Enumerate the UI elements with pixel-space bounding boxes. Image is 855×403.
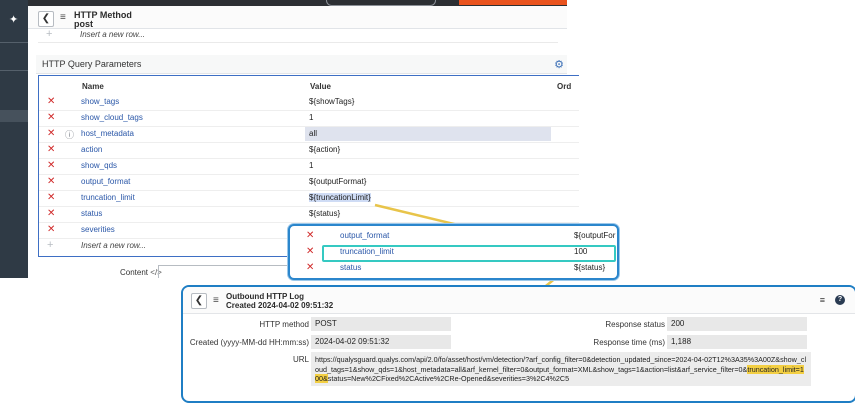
menu-icon[interactable]: ≡ [213, 295, 219, 306]
http-method-label: HTTP method [259, 320, 309, 329]
outbound-http-log-panel: ❮ ≡ Outbound HTTP Log Created 2024-04-02… [181, 285, 855, 403]
zoom-callout: ✕ output_format ${outputFor ✕ truncation… [288, 224, 619, 280]
response-time-field: 1,188 [667, 335, 807, 349]
url-label: URL [292, 355, 309, 364]
log-title: Outbound HTTP Log [226, 292, 305, 301]
url-field: https://qualysguard.qualys.com/api/2.0/f… [311, 352, 811, 386]
table-row[interactable]: ✕ truncation_limit 100 [290, 244, 617, 260]
settings-sliders-icon[interactable]: ≡ [820, 295, 825, 305]
param-name[interactable]: truncation_limit [340, 247, 394, 256]
table-row[interactable]: ✕ status ${status} [290, 260, 617, 276]
table-row[interactable]: ✕ output_format ${outputFor [290, 228, 617, 244]
log-subtitle: Created 2024-04-02 09:51:32 [226, 301, 334, 310]
log-header: ❮ ≡ Outbound HTTP Log Created 2024-04-02… [183, 287, 855, 314]
http-method-field: POST [311, 317, 451, 331]
delete-row-icon[interactable]: ✕ [306, 230, 314, 241]
back-button[interactable]: ❮ [191, 293, 207, 309]
response-status-label: Response status [605, 320, 665, 329]
param-value[interactable]: ${outputFor [574, 231, 615, 240]
created-label: Created (yyyy-MM-dd HH:mm:ss) [189, 338, 309, 347]
param-name[interactable]: output_format [340, 231, 389, 240]
delete-row-icon[interactable]: ✕ [306, 246, 314, 257]
response-time-label: Response time (ms) [593, 338, 665, 347]
created-field: 2024-04-02 09:51:32 [311, 335, 451, 349]
param-name[interactable]: status [340, 263, 361, 272]
help-icon[interactable]: ? [835, 295, 845, 305]
param-value[interactable]: ${status} [574, 263, 605, 272]
delete-row-icon[interactable]: ✕ [306, 262, 314, 273]
response-status-field: 200 [667, 317, 807, 331]
param-value[interactable]: 100 [574, 247, 587, 256]
